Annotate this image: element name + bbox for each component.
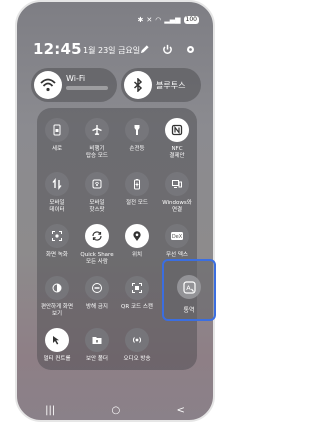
tile-nfc[interactable]: NFC 결제안 bbox=[157, 118, 197, 160]
tile-label: 위치 bbox=[131, 252, 143, 258]
tile-interpreter[interactable]: A 통역 bbox=[162, 259, 216, 321]
tile-qr-scan[interactable]: QR 코드 스캔 bbox=[117, 276, 157, 311]
tile-location[interactable]: 위치 bbox=[117, 224, 157, 259]
tile-do-not-disturb[interactable]: 방해 금지 bbox=[77, 276, 117, 311]
location-icon bbox=[125, 224, 149, 248]
home-icon[interactable]: ○ bbox=[111, 405, 120, 416]
quick-settings-panel: 세로 비행기 탑승 모드 손전등 NFC 결제안 모바일 데이터 모바일 핫스팟… bbox=[37, 108, 197, 370]
tile-label: 화면 녹화 bbox=[46, 252, 68, 258]
eye-comfort-icon bbox=[45, 276, 69, 300]
tile-label: 모바일 핫스팟 bbox=[89, 200, 105, 213]
tile-hotspot[interactable]: 모바일 핫스팟 bbox=[77, 172, 117, 214]
tile-label: 비행기 탑승 모드 bbox=[86, 146, 108, 159]
tile-label: QR 코드 스캔 bbox=[121, 304, 153, 310]
tile-label: 세로 bbox=[51, 146, 63, 152]
date: 1월 23일 금요일 bbox=[83, 46, 141, 55]
tile-label: 편안하게 화면 보기 bbox=[40, 304, 74, 317]
quick-share-icon bbox=[85, 224, 109, 248]
phone-screen: ✱ ✕ ◠ ▂▄▆ 100 12:45 1월 23일 금요일 Wi-Fi 블루투… bbox=[15, 0, 215, 422]
svg-text:A: A bbox=[186, 284, 191, 292]
tile-label: Windows와 연결 bbox=[162, 200, 192, 213]
tile-multi-control[interactable]: 멀티 컨트롤 bbox=[37, 328, 77, 363]
do-not-disturb-icon bbox=[85, 276, 109, 300]
recent-apps-icon[interactable]: ||| bbox=[45, 405, 55, 416]
tile-portrait[interactable]: 세로 bbox=[37, 118, 77, 153]
svg-text:DeX: DeX bbox=[172, 234, 183, 240]
tile-airplane[interactable]: 비행기 탑승 모드 bbox=[77, 118, 117, 160]
header-actions bbox=[137, 42, 197, 56]
mobile-data-icon bbox=[45, 172, 69, 196]
power-icon[interactable] bbox=[160, 42, 174, 56]
signal-status-icon: ▂▄▆ bbox=[164, 16, 181, 24]
wifi-icon bbox=[34, 71, 62, 99]
tile-label: NFC 결제안 bbox=[169, 146, 185, 159]
bluetooth-icon bbox=[124, 71, 152, 99]
qr-scan-icon bbox=[125, 276, 149, 300]
hotspot-icon bbox=[85, 172, 109, 196]
back-icon[interactable]: < bbox=[176, 405, 184, 416]
mute-status-icon: ✕ bbox=[146, 16, 153, 24]
edit-icon[interactable] bbox=[137, 42, 151, 56]
multi-control-icon bbox=[45, 328, 69, 352]
tile-label: 무선 덱스 bbox=[166, 252, 188, 258]
tile-audio-broadcast[interactable]: 오디오 방송 bbox=[117, 328, 157, 363]
battery-badge: 100 bbox=[183, 16, 199, 24]
tile-eye-comfort[interactable]: 편안하게 화면 보기 bbox=[37, 276, 77, 318]
tile-label: 멀티 컨트롤 bbox=[43, 356, 71, 362]
battery-saver-icon bbox=[125, 172, 149, 196]
settings-gear-icon[interactable] bbox=[183, 42, 197, 56]
wifi-label: Wi-Fi bbox=[66, 74, 86, 83]
secure-folder-icon bbox=[85, 328, 109, 352]
bluetooth-status-icon: ✱ bbox=[137, 16, 144, 24]
tile-label: 절전 모드 bbox=[126, 200, 148, 206]
navigation-bar: ||| ○ < bbox=[17, 400, 213, 420]
audio-broadcast-icon bbox=[125, 328, 149, 352]
wifi-status-icon: ◠ bbox=[155, 16, 162, 24]
wifi-toggle[interactable]: Wi-Fi bbox=[31, 68, 117, 102]
tile-screen-record[interactable]: 화면 녹화 bbox=[37, 224, 77, 259]
tile-label: 오디오 방송 bbox=[123, 356, 151, 362]
tile-quick-share[interactable]: Quick Share 모든 사람 bbox=[77, 224, 117, 266]
status-icons: ✱ ✕ ◠ ▂▄▆ 100 bbox=[138, 16, 199, 24]
tile-windows-link[interactable]: Windows와 연결 bbox=[157, 172, 197, 214]
tile-mobile-data[interactable]: 모바일 데이터 bbox=[37, 172, 77, 214]
flashlight-icon bbox=[125, 118, 149, 142]
tile-label: 모바일 데이터 bbox=[49, 200, 65, 213]
bluetooth-label: 블루투스 bbox=[156, 81, 186, 90]
tile-label: 방해 금지 bbox=[86, 304, 108, 310]
bluetooth-toggle[interactable]: 블루투스 bbox=[121, 68, 201, 102]
wifi-network-name bbox=[66, 86, 108, 90]
tile-secure-folder[interactable]: 보안 폴더 bbox=[77, 328, 117, 363]
status-bar: ✱ ✕ ◠ ▂▄▆ 100 bbox=[17, 16, 213, 28]
tile-label: Quick Share 모든 사람 bbox=[80, 252, 114, 265]
screen-record-icon bbox=[45, 224, 69, 248]
tile-dex[interactable]: DeX 무선 덱스 bbox=[157, 224, 197, 259]
tile-label: 손전등 bbox=[129, 146, 145, 152]
tile-label: 보안 폴더 bbox=[86, 356, 108, 362]
tile-battery-saver[interactable]: 절전 모드 bbox=[117, 172, 157, 207]
windows-link-icon bbox=[165, 172, 189, 196]
tile-interpreter-label: 통역 bbox=[183, 307, 195, 314]
airplane-icon bbox=[85, 118, 109, 142]
tile-flashlight[interactable]: 손전등 bbox=[117, 118, 157, 153]
portrait-lock-icon bbox=[45, 118, 69, 142]
interpreter-icon: A bbox=[177, 275, 201, 299]
dex-icon: DeX bbox=[165, 224, 189, 248]
clock: 12:45 bbox=[33, 40, 82, 58]
nfc-icon bbox=[165, 118, 189, 142]
